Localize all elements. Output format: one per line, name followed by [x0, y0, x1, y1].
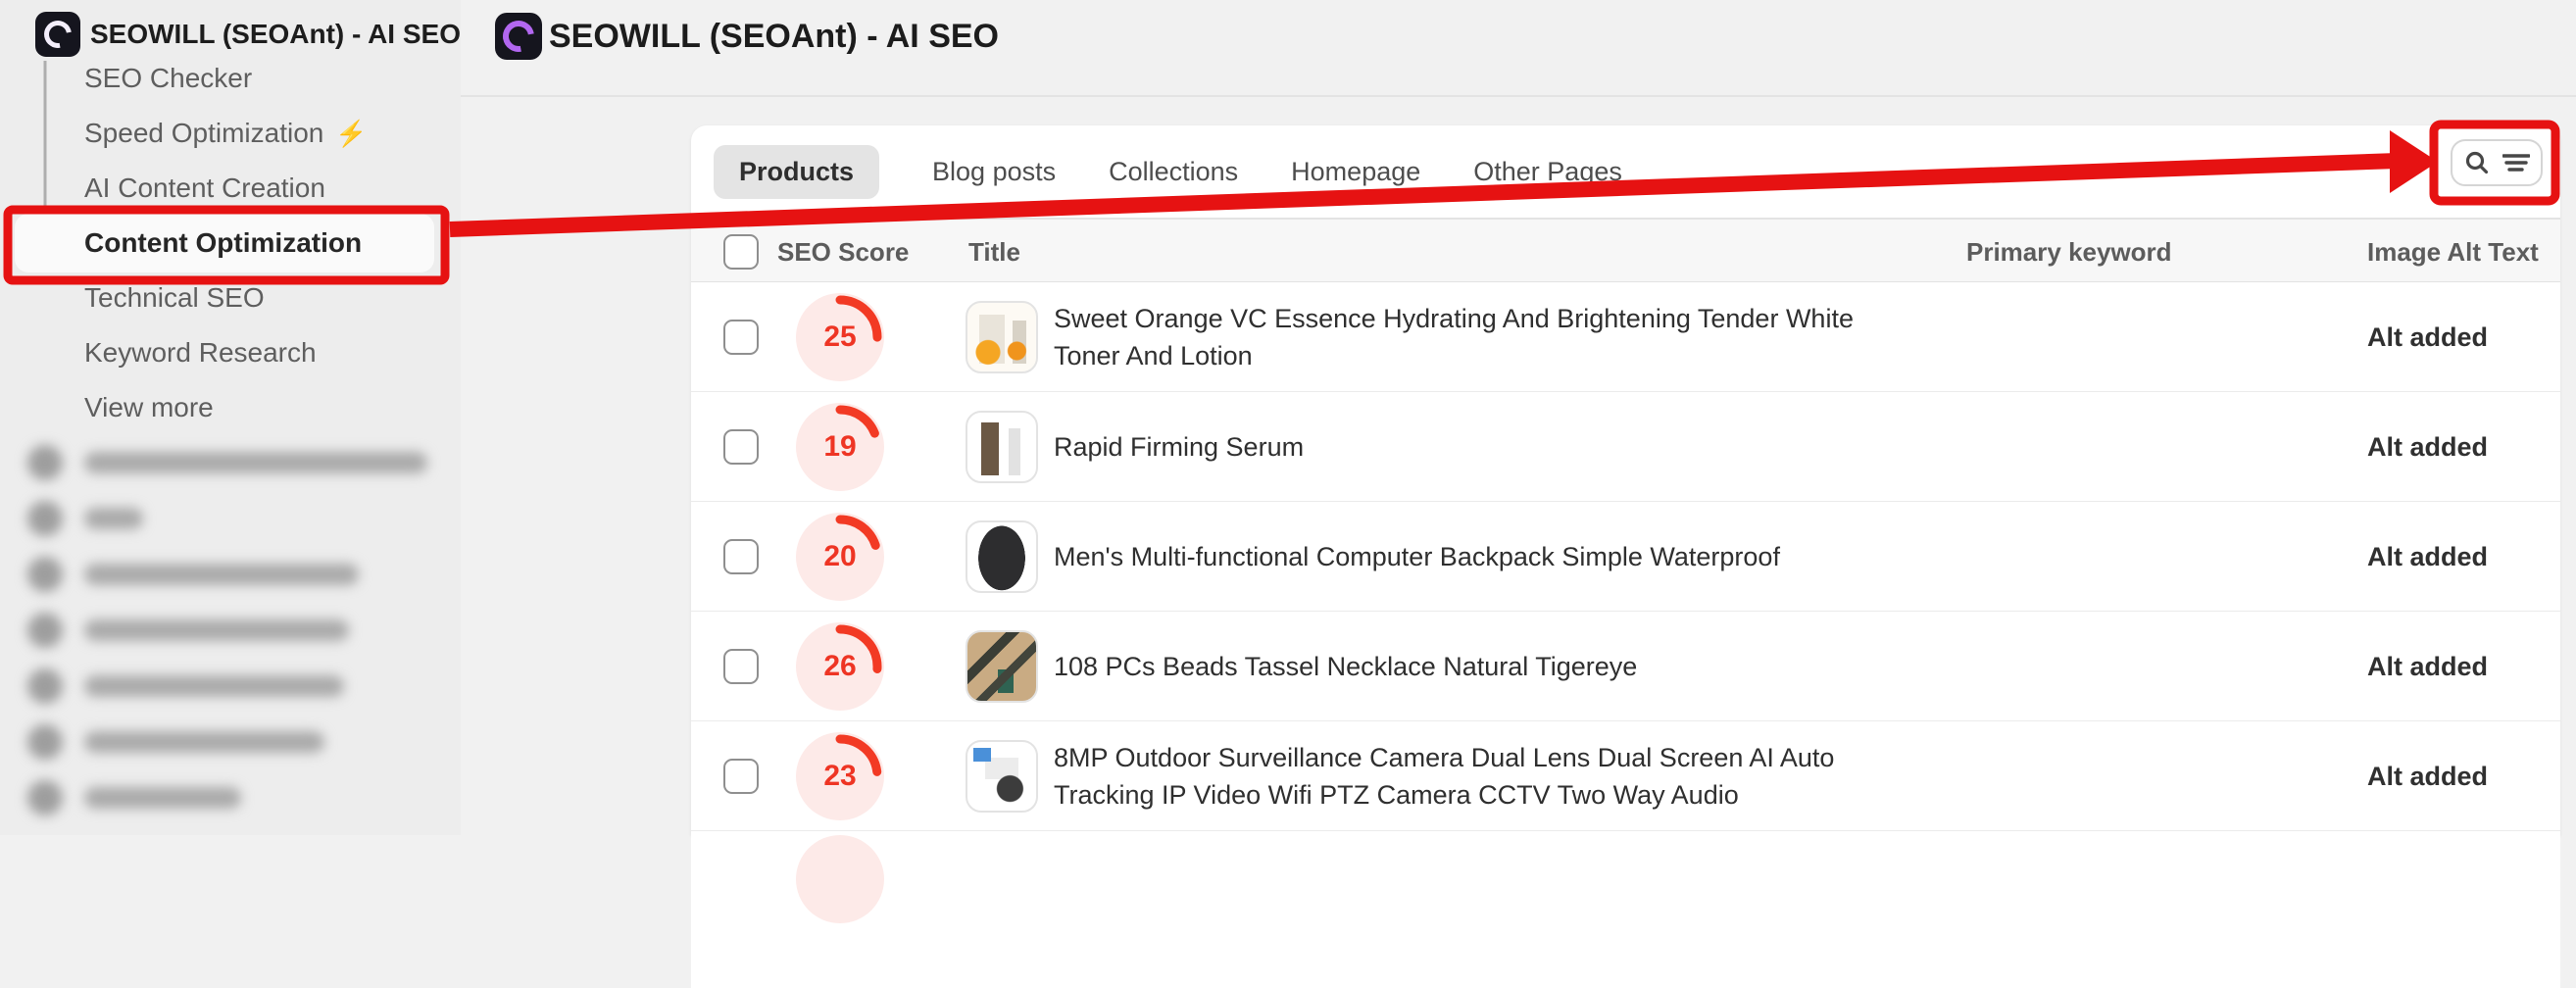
- seo-score-badge: 25: [796, 293, 884, 381]
- table-row-partial: [691, 831, 2560, 988]
- redacted-label: [84, 508, 143, 529]
- redacted-sidebar-item: [27, 667, 344, 706]
- row-checkbox[interactable]: [723, 539, 759, 574]
- column-header-image-alt-text[interactable]: Image Alt Text: [2367, 220, 2539, 284]
- image-alt-cell: Alt added: [2367, 392, 2488, 502]
- tab-collections[interactable]: Collections: [1109, 145, 1238, 199]
- redacted-sidebar-item: [27, 611, 349, 650]
- sidebar: SEOWILL (SEOAnt) - AI SEO SEO Checker Spe…: [0, 0, 461, 835]
- product-thumbnail: [966, 520, 1038, 593]
- redacted-sidebar-item: [27, 443, 427, 482]
- column-header-title[interactable]: Title: [968, 220, 1020, 284]
- row-checkbox[interactable]: [723, 320, 759, 355]
- sidebar-item-speed-optimization[interactable]: Speed Optimization ⚡: [84, 106, 368, 161]
- sidebar-item-label: SEO Checker: [84, 63, 252, 94]
- redacted-icon: [27, 724, 63, 760]
- image-alt-cell: Alt added: [2367, 612, 2488, 721]
- sidebar-item-content-optimization[interactable]: Content Optimization: [84, 216, 362, 271]
- sidebar-app-name: SEOWILL (SEOAnt) - AI SEO: [90, 19, 461, 50]
- seoant-app-icon: [495, 13, 542, 60]
- sidebar-item-label: Technical SEO: [84, 282, 265, 314]
- search-icon: [2464, 150, 2490, 175]
- image-alt-cell: Alt added: [2367, 282, 2488, 392]
- redacted-label: [84, 675, 344, 697]
- image-alt-cell: Alt added: [2367, 721, 2488, 831]
- seo-score-badge: 19: [796, 403, 884, 491]
- redacted-sidebar-item: [27, 722, 324, 762]
- seo-score-value: 25: [796, 293, 884, 381]
- image-alt-cell: Alt added: [2367, 502, 2488, 612]
- redacted-sidebar-item: [27, 778, 241, 817]
- sidebar-item-ai-content-creation[interactable]: AI Content Creation: [84, 161, 325, 216]
- product-thumbnail: [966, 411, 1038, 483]
- redacted-icon: [27, 557, 63, 592]
- table-row[interactable]: 19 Rapid Firming Serum Alt added: [691, 392, 2560, 502]
- sidebar-item-label: Speed Optimization: [84, 118, 323, 149]
- redacted-icon: [27, 445, 63, 480]
- lightning-icon: ⚡: [335, 119, 367, 149]
- page-title: SEOWILL (SEOAnt) - AI SEO: [549, 18, 999, 56]
- product-thumbnail: [966, 630, 1038, 703]
- column-header-seo-score[interactable]: SEO Score: [777, 220, 909, 284]
- seo-score-value: 23: [796, 732, 884, 820]
- table-row[interactable]: 25 Sweet Orange VC Essence Hydrating And…: [691, 282, 2560, 392]
- product-title[interactable]: Men's Multi-functional Computer Backpack…: [1054, 502, 1897, 612]
- page-header: SEOWILL (SEOAnt) - AI SEO: [461, 0, 2576, 97]
- product-thumbnail: [966, 740, 1038, 813]
- row-checkbox[interactable]: [723, 759, 759, 794]
- seo-score-value: 19: [796, 403, 884, 491]
- redacted-icon: [27, 501, 63, 536]
- seo-score-badge: 23: [796, 732, 884, 820]
- content-card: Products Blog posts Collections Homepage Oth…: [691, 125, 2560, 835]
- seo-score-value: 26: [796, 622, 884, 711]
- seo-score-badge: 26: [796, 622, 884, 711]
- product-title[interactable]: Rapid Firming Serum: [1054, 392, 1897, 502]
- seo-score-badge: 20: [796, 513, 884, 601]
- row-checkbox[interactable]: [723, 429, 759, 465]
- table-row[interactable]: 23 8MP Outdoor Surveillance Camera Dual …: [691, 721, 2560, 831]
- redacted-sidebar-item: [27, 499, 143, 538]
- sidebar-item-view-more[interactable]: View more: [84, 380, 214, 435]
- redacted-label: [84, 731, 324, 753]
- redacted-label: [84, 452, 427, 473]
- table-header: SEO Score Title Primary keyword Image Al…: [691, 218, 2560, 282]
- table-row[interactable]: 20 Men's Multi-functional Computer Backp…: [691, 502, 2560, 612]
- select-all-checkbox[interactable]: [723, 234, 759, 270]
- seo-score-badge: [796, 835, 884, 923]
- tab-homepage[interactable]: Homepage: [1291, 145, 1420, 199]
- tab-blog-posts[interactable]: Blog posts: [932, 145, 1056, 199]
- redacted-sidebar-item: [27, 555, 359, 594]
- redacted-label: [84, 619, 349, 641]
- redacted-label: [84, 564, 359, 585]
- redacted-icon: [27, 780, 63, 815]
- tab-bar: Products Blog posts Collections Homepage Oth…: [691, 125, 2560, 218]
- filter-icon: [2502, 150, 2530, 175]
- sidebar-item-label: Keyword Research: [84, 337, 317, 369]
- tab-other-pages[interactable]: Other Pages: [1473, 145, 1622, 199]
- search-filter-button[interactable]: [2451, 139, 2543, 186]
- row-checkbox[interactable]: [723, 649, 759, 684]
- product-thumbnail: [966, 301, 1038, 373]
- sidebar-item-label: Content Optimization: [84, 227, 362, 259]
- sidebar-item-technical-seo[interactable]: Technical SEO: [84, 271, 265, 325]
- product-title[interactable]: 8MP Outdoor Surveillance Camera Dual Len…: [1054, 721, 1897, 831]
- product-title[interactable]: Sweet Orange VC Essence Hydrating And Br…: [1054, 282, 1897, 392]
- sidebar-item-label: View more: [84, 392, 214, 423]
- column-header-primary-keyword[interactable]: Primary keyword: [1966, 220, 2172, 284]
- sidebar-item-keyword-research[interactable]: Keyword Research: [84, 325, 317, 380]
- sidebar-item-label: AI Content Creation: [84, 173, 325, 204]
- seo-score-value: 20: [796, 513, 884, 601]
- table-row[interactable]: 26 108 PCs Beads Tassel Necklace Natural…: [691, 612, 2560, 721]
- redacted-icon: [27, 613, 63, 648]
- sidebar-item-seo-checker[interactable]: SEO Checker: [84, 51, 252, 106]
- redacted-label: [84, 787, 241, 809]
- product-title[interactable]: 108 PCs Beads Tassel Necklace Natural Ti…: [1054, 612, 1897, 721]
- tab-products[interactable]: Products: [714, 145, 879, 199]
- redacted-icon: [27, 668, 63, 704]
- seoant-app-icon: [35, 12, 80, 57]
